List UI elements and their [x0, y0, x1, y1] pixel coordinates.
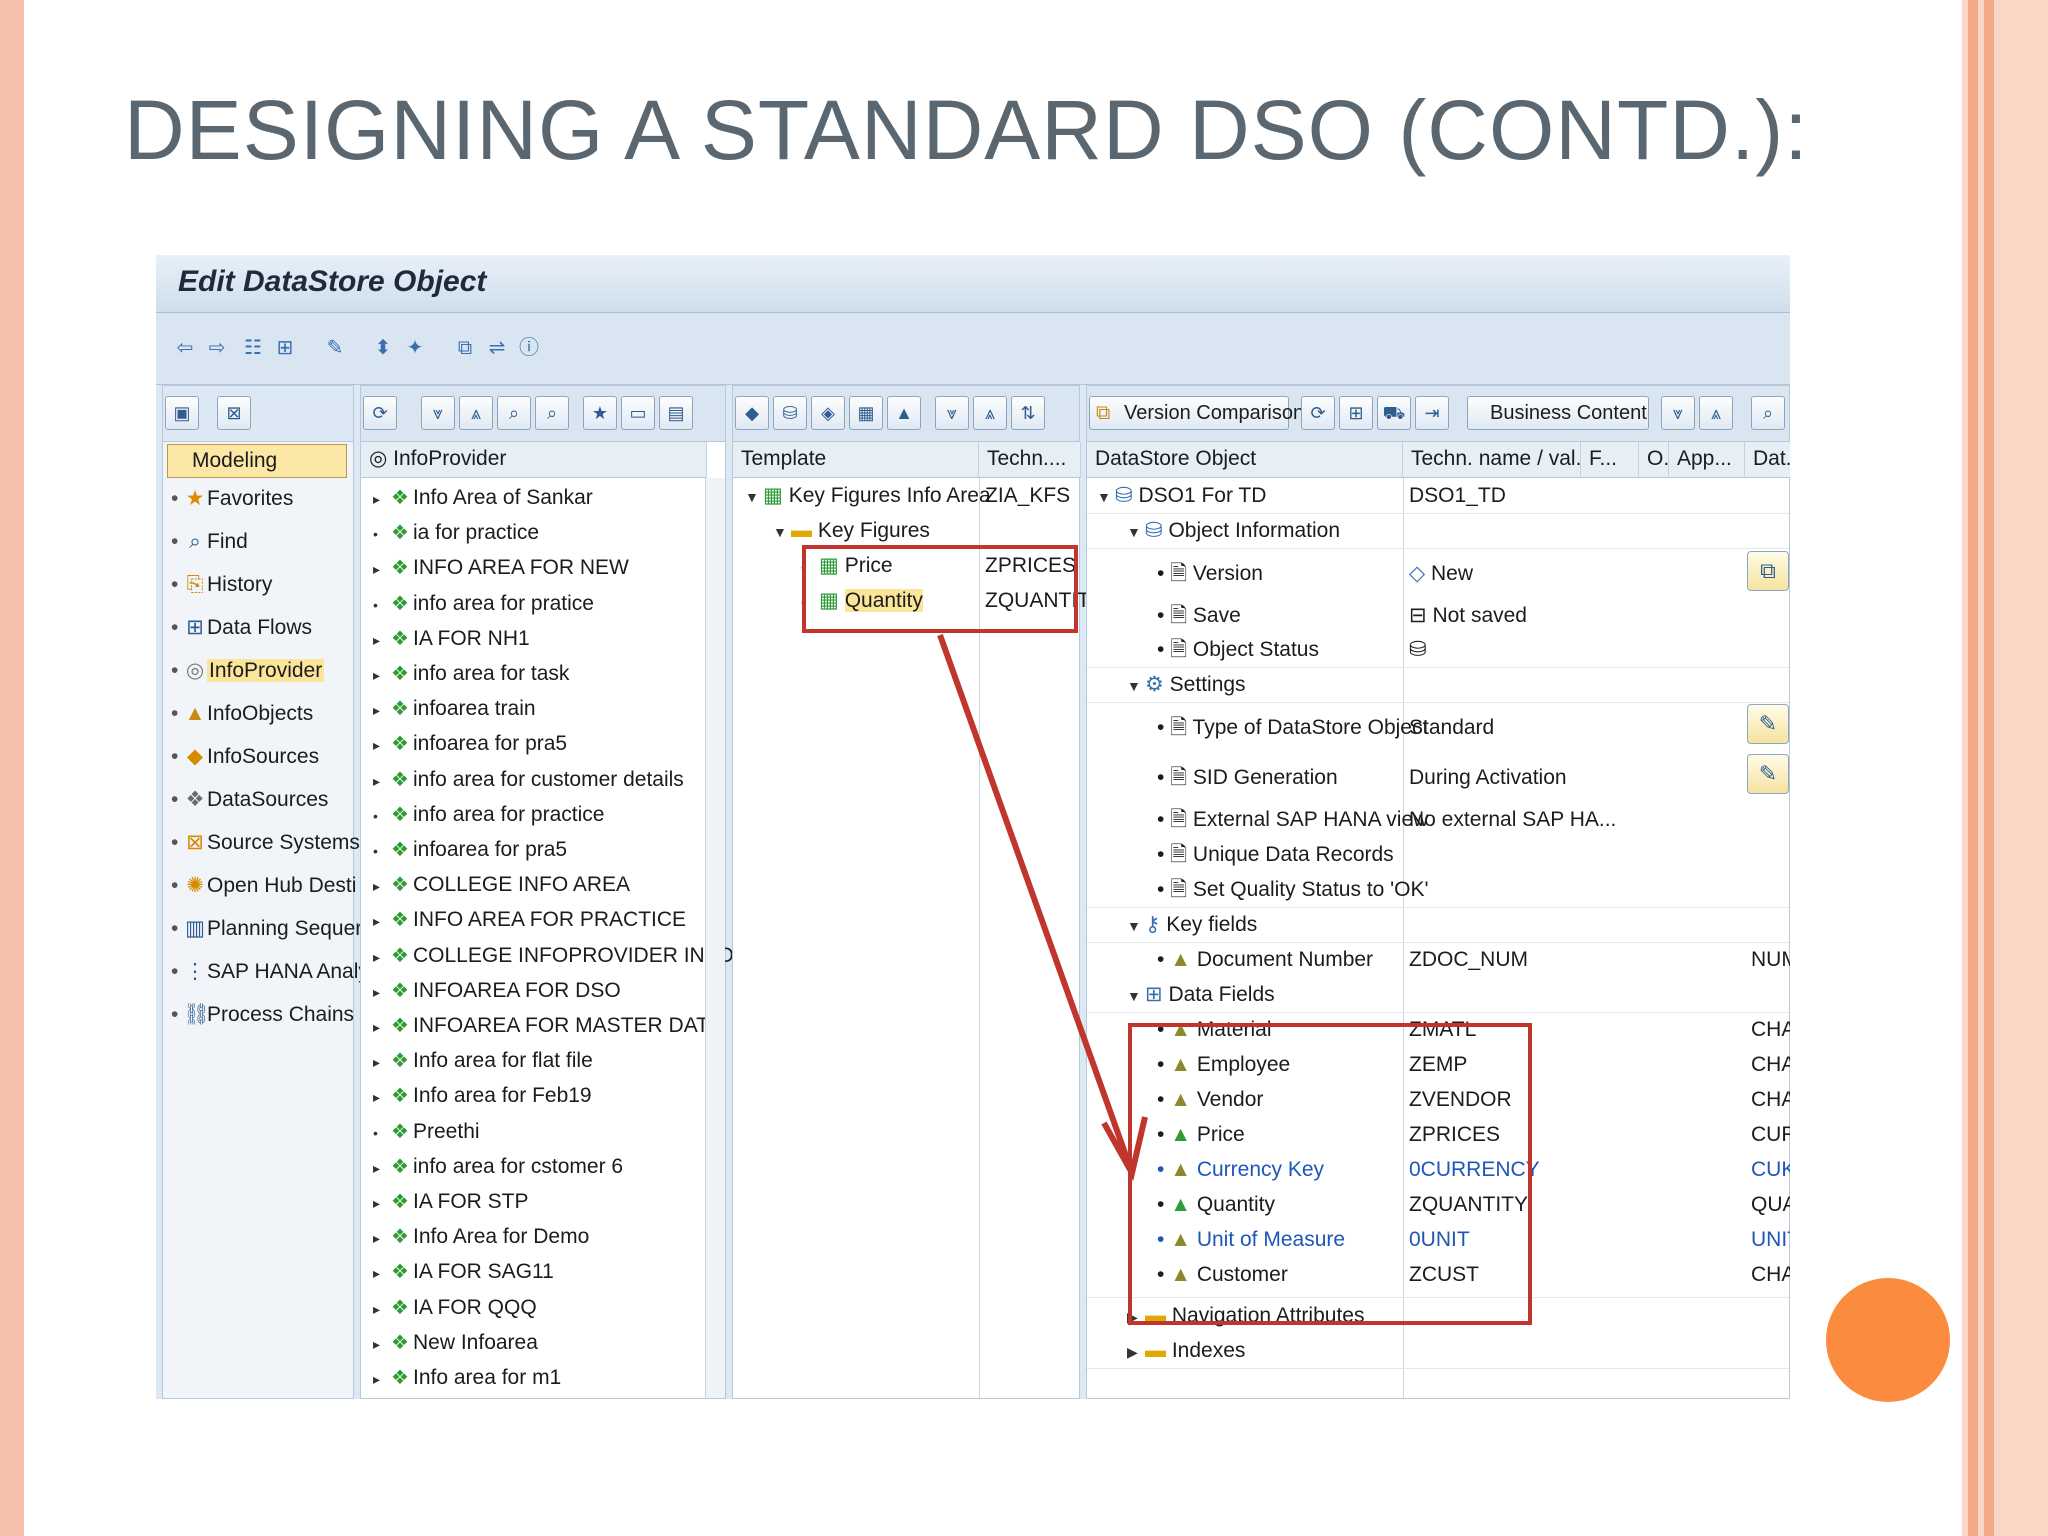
left-border-bar	[0, 0, 24, 1536]
right-border-stripe	[1984, 0, 1994, 1536]
right-border-stripe	[1968, 0, 1978, 1536]
left-border-line	[24, 0, 26, 1536]
orange-circle-decoration	[1826, 1278, 1950, 1402]
arrow-line	[937, 633, 1133, 1169]
sap-screenshot: Edit DataStore Object ⇦ ⇨ ☷ ⊞ ✎ ⬍ ✦ ⧉ ⇌ …	[156, 255, 1790, 1399]
right-border-band	[1962, 0, 2048, 1536]
slide-title: DESIGNING A STANDARD DSO (CONTD.):	[124, 83, 1809, 177]
drag-arrow	[937, 633, 1148, 1182]
